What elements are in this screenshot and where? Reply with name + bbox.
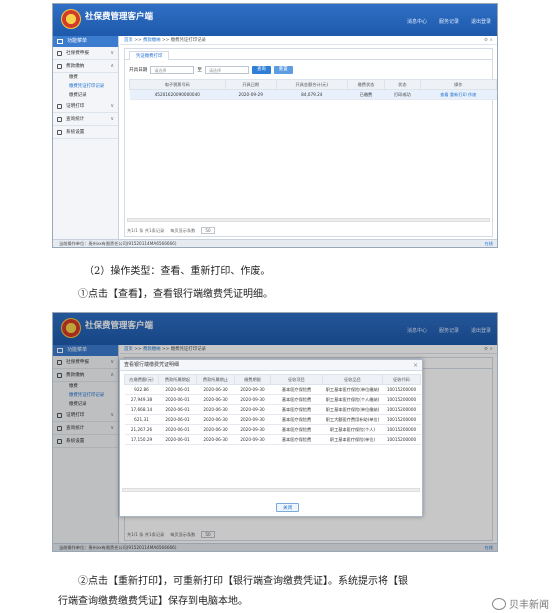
cell-ops: 查看 重新打印 作废	[420, 89, 497, 100]
breadcrumb-payment[interactable]: 费款缴纳	[143, 38, 161, 43]
voucher-table: 电子税票号码 开具日期 开具金额合计(元) 缴费状态 状态 操作 4520162…	[129, 79, 497, 100]
sidebar-header: 功能菜单	[53, 36, 118, 47]
service-record-link[interactable]: 服务记录	[439, 18, 459, 25]
sidebar-group-declare[interactable]: 社保费申报 ∨	[53, 47, 118, 60]
folder-icon	[57, 51, 62, 56]
query-button[interactable]: 查询	[252, 65, 271, 74]
breadcrumb-home[interactable]: 首页	[124, 38, 133, 43]
logout-link[interactable]: 退出登录	[471, 18, 491, 25]
sidebar-group-certificate[interactable]: 证明打印 ∨	[53, 100, 118, 113]
table-row[interactable]: 922.86 2020-06-01 2020-06-30 2020-09-30 基本医疗…	[124, 384, 421, 395]
folder-icon	[57, 64, 62, 69]
reprint-link[interactable]: 重新打印	[450, 92, 467, 97]
screenshot-2: 社保费管理客户端 消息中心 服务记录 退出登录 功能菜单 社保费申报 ∨ 费款缴纳…	[52, 312, 498, 552]
close-icon[interactable]: ×	[413, 360, 418, 371]
caption-operation-types: （2）操作类型：查看、重新打印、作废。	[84, 266, 271, 277]
table-row[interactable]: 17,150.29 2020-06-01 2020-06-30 2020-09-30 基…	[124, 434, 421, 445]
table-row[interactable]: 21,267.26 2020-06-01 2020-06-30 2020-09-30 基…	[124, 424, 421, 435]
breadcrumb: 首页 >> 费款缴纳 >> 缴费凭证打印记录 ⚙ ×	[120, 36, 497, 45]
detail-table: 应缴费额(元) 费款所属期起 费款所属期止 缴费期限 征收项目 征收品目 征收代…	[124, 374, 421, 445]
app-title: 社保费管理客户端	[85, 12, 154, 22]
status-bar: 当前操作单位：贵州xx有限责任公司(91520114MA6566666) 在线	[53, 239, 497, 247]
sidebar-item-pay-record[interactable]: 缴费记录	[53, 91, 118, 100]
col-header: 征收项目	[270, 374, 323, 385]
tab-voucher-print[interactable]: 凭证缴费打印	[129, 51, 170, 60]
dialog-title: 查看银行端缴费凭证明细 ×	[120, 360, 422, 371]
reset-button[interactable]: 重置	[273, 65, 293, 74]
table-row[interactable]: 27,949.38 2020-06-01 2020-06-30 2020-09-30 基…	[124, 394, 421, 405]
folder-icon	[57, 117, 62, 122]
horizontal-scrollbar[interactable]	[127, 218, 490, 222]
current-unit: 当前操作单位：贵州xx有限责任公司(91520114MA6566666)	[59, 241, 177, 246]
screenshot-1: 社保费管理客户端 消息中心 服务记录 退出登录 功能菜单 社保费申报 ∨ 费款缴纳…	[52, 3, 498, 248]
menu-icon	[57, 39, 63, 44]
col-header: 缴费状态	[346, 79, 386, 90]
view-link[interactable]: 查看	[440, 92, 448, 97]
watermark: 贝丰新闻	[492, 596, 549, 611]
sidebar: 功能菜单 社保费申报 ∨ 费款缴纳 ∧ 缴费 缴费凭证打印记录 缴费记录 证明打印 ∨…	[53, 36, 119, 239]
close-button[interactable]: 关闭	[276, 503, 300, 512]
sidebar-group-query[interactable]: 查询统计 ∨	[53, 113, 118, 126]
cell-status: 打印成功	[384, 89, 421, 100]
void-link[interactable]: 作废	[468, 92, 476, 97]
caption-step-reprint-2: 行端查询缴费缴费凭证】保存到电脑本地。	[58, 596, 248, 607]
emblem-logo-icon	[61, 9, 81, 29]
table-row[interactable]: 17,668.14 2020-06-01 2020-06-30 2020-09-30 基…	[124, 404, 421, 415]
pager-info: 共1/1 条 共1条记录	[127, 227, 165, 233]
col-header: 征收品目	[322, 374, 383, 385]
cell-ticket-no: 45201620090000040	[129, 89, 226, 100]
table-row[interactable]: 45201620090000040 2020-09-29 84,079.24 已…	[129, 89, 497, 100]
col-header: 开具金额合计(元)	[275, 79, 348, 90]
col-header: 费款所属期起	[158, 374, 197, 385]
table-row[interactable]: 621.31 2020-06-01 2020-06-30 2020-09-30 基本医疗…	[124, 414, 421, 425]
breadcrumb-tools[interactable]: ⚙ ×	[484, 36, 493, 45]
pager-size-label: 每页显示条数	[170, 227, 196, 233]
app-header: 社保费管理客户端 消息中心 服务记录 退出登录	[53, 4, 497, 36]
date-label: 开具日期	[129, 67, 148, 73]
online-status: 在线	[484, 241, 493, 246]
content-panel: 凭证缴费打印 开具日期 请选择 至 请选择 查询 重置 电子税票号码 开具日期 …	[124, 48, 497, 237]
cell-date: 2020-09-29	[225, 89, 277, 100]
folder-icon	[57, 104, 62, 109]
wechat-icon	[492, 597, 506, 610]
sidebar-group-payment[interactable]: 费款缴纳 ∧	[53, 60, 118, 73]
horizontal-scrollbar[interactable]	[122, 488, 420, 492]
caption-step-view: ①点击【查看】，查看银行端缴费凭证明细。	[78, 289, 273, 300]
to-label: 至	[197, 67, 202, 73]
date-to-input[interactable]: 请选择	[205, 65, 249, 74]
col-header: 缴费期限	[234, 374, 271, 385]
page-size-select[interactable]: 50	[201, 227, 215, 234]
message-center-link[interactable]: 消息中心	[407, 18, 427, 25]
main-area: 首页 >> 费款缴纳 >> 缴费凭证打印记录 ⚙ × 凭证缴费打印 开具日期 请…	[120, 36, 497, 239]
pagination: 共1/1 条 共1条记录 每页显示条数 50	[127, 227, 215, 234]
col-header: 状态	[384, 79, 421, 90]
sidebar-item-voucher-print-record[interactable]: 缴费凭证打印记录	[53, 82, 118, 91]
col-header: 开具日期	[224, 79, 277, 90]
filter-bar: 开具日期 请选择 至 请选择 查询 重置	[129, 65, 293, 74]
date-from-input[interactable]: 请选择	[150, 65, 195, 74]
col-header: 征收代码	[382, 374, 421, 385]
cell-amount: 84,079.24	[276, 89, 348, 100]
voucher-detail-dialog: 查看银行端缴费凭证明细 × 应缴费额(元) 费款所属期起 费款所属期止 缴费期限 …	[119, 359, 423, 517]
col-header: 费款所属期止	[196, 374, 235, 385]
gear-icon	[57, 130, 62, 135]
col-header: 操作	[419, 79, 497, 90]
col-header: 应缴费额(元)	[124, 374, 159, 385]
col-header: 电子税票号码	[129, 79, 226, 90]
cell-pay-status: 已缴费	[347, 89, 385, 100]
caption-step-reprint-1: ②点击【重新打印】，可重新打印【银行端查询缴费凭证】。系统提示将【银	[78, 576, 408, 587]
breadcrumb-current: 缴费凭证打印记录	[170, 38, 206, 43]
sidebar-item-pay[interactable]: 缴费	[53, 73, 118, 82]
watermark-text: 贝丰新闻	[509, 600, 549, 611]
sidebar-group-settings[interactable]: 系统设置	[53, 126, 118, 139]
